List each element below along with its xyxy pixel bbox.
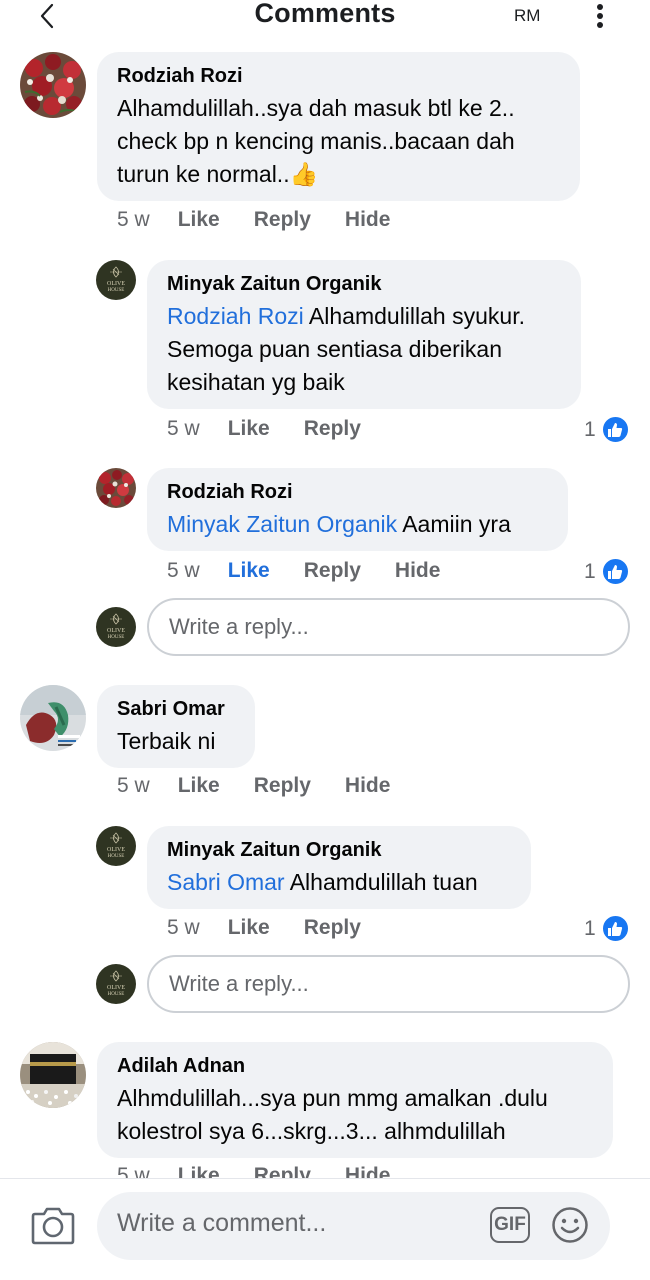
reaction-summary[interactable]: 1 <box>584 557 630 586</box>
avatar-minyak-zaitun-organik[interactable]: OLIVE HOUSE <box>96 607 136 647</box>
avatar-minyak-zaitun-organik[interactable]: OLIVE HOUSE <box>96 964 136 1004</box>
reply-time[interactable]: 5 w <box>167 559 200 583</box>
comment-actions: 5 w Like Reply Hide <box>117 208 424 232</box>
emoji-smile-icon[interactable] <box>551 1206 589 1244</box>
comment-actions: 5 w Like Reply Hide <box>117 1164 424 1178</box>
avatar-minyak-zaitun-organik[interactable]: OLIVE HOUSE <box>96 826 136 866</box>
comment-time[interactable]: 5 w <box>117 208 150 232</box>
comment-author[interactable]: Adilah Adnan <box>117 1054 593 1078</box>
mention-link[interactable]: Sabri Omar <box>167 869 285 895</box>
svg-text:HOUSE: HOUSE <box>108 635 125 640</box>
mention-link[interactable]: Minyak Zaitun Organik <box>167 511 397 537</box>
comment-composer-bar: Write a comment... GIF <box>0 1178 650 1280</box>
reply-button[interactable]: Reply <box>254 774 311 798</box>
svg-text:OLIVE: OLIVE <box>107 628 125 634</box>
reaction-count: 1 <box>584 559 596 583</box>
avatar-rodziah-rozi[interactable] <box>20 52 86 118</box>
reply-text: Rodziah Rozi Alhamdulillah syukur. Semog… <box>167 303 525 395</box>
reply-time[interactable]: 5 w <box>167 916 200 940</box>
reply-text: Minyak Zaitun Organik Aamiin yra <box>167 511 511 537</box>
mention-link[interactable]: Rodziah Rozi <box>167 303 304 329</box>
reply-actions: 5 w Like Reply Hide <box>167 559 474 583</box>
like-button[interactable]: Like <box>178 1164 220 1178</box>
reply-bubble[interactable]: Minyak Zaitun Organik Sabri Omar Alhamdu… <box>147 826 531 909</box>
comment-placeholder: Write a comment... <box>117 1209 327 1237</box>
reply-bubble[interactable]: Rodziah Rozi Minyak Zaitun Organik Aamii… <box>147 468 568 551</box>
network-badge: RM <box>514 6 541 25</box>
reply-actions: 5 w Like Reply <box>167 417 395 441</box>
hide-button[interactable]: Hide <box>345 774 391 798</box>
svg-text:HOUSE: HOUSE <box>108 854 125 859</box>
svg-text:OLIVE: OLIVE <box>107 847 125 853</box>
comment-author[interactable]: Rodziah Rozi <box>117 64 560 88</box>
reply-button[interactable]: Reply <box>304 916 361 940</box>
avatar-adilah-adnan[interactable] <box>20 1042 86 1108</box>
more-vertical-icon[interactable] <box>592 2 608 30</box>
thumbs-up-emoji: 👍 <box>289 161 319 187</box>
like-button[interactable]: Like <box>178 774 220 798</box>
page-title: Comments <box>254 0 396 28</box>
reply-actions: 5 w Like Reply <box>167 916 395 940</box>
reply-author[interactable]: Minyak Zaitun Organik <box>167 272 561 296</box>
reply-button[interactable]: Reply <box>254 1164 311 1178</box>
svg-text:OLIVE: OLIVE <box>107 281 125 287</box>
reply-author[interactable]: Rodziah Rozi <box>167 480 548 504</box>
hide-button[interactable]: Hide <box>395 559 441 583</box>
comment-text: Terbaik ni <box>117 728 216 754</box>
comment-actions: 5 w Like Reply Hide <box>117 774 424 798</box>
comment-text: Alhamdulillah..sya dah masuk btl ke 2.. … <box>117 95 515 187</box>
comment-bubble[interactable]: Sabri Omar Terbaik ni <box>97 685 255 768</box>
like-button[interactable]: Like <box>228 559 270 583</box>
like-button[interactable]: Like <box>228 417 270 441</box>
reply-button[interactable]: Reply <box>304 417 361 441</box>
comment-input[interactable]: Write a comment... GIF <box>97 1192 610 1260</box>
reply-input[interactable]: Write a reply... <box>147 598 630 656</box>
hide-button[interactable]: Hide <box>345 1164 391 1178</box>
comment-time[interactable]: 5 w <box>117 1164 150 1178</box>
avatar-sabri-omar[interactable] <box>20 685 86 751</box>
gif-icon[interactable]: GIF <box>490 1207 530 1243</box>
reply-text: Sabri Omar Alhamdulillah tuan <box>167 869 478 895</box>
reply-placeholder: Write a reply... <box>169 614 309 639</box>
reaction-count: 1 <box>584 417 596 441</box>
reaction-summary[interactable]: 1 <box>584 914 630 943</box>
like-button[interactable]: Like <box>178 208 220 232</box>
reply-author[interactable]: Minyak Zaitun Organik <box>167 838 511 862</box>
camera-icon[interactable] <box>30 1204 76 1246</box>
comment-bubble[interactable]: Adilah Adnan Alhmdulillah...sya pun mmg … <box>97 1042 613 1158</box>
comment-author[interactable]: Sabri Omar <box>117 697 235 721</box>
thumbs-up-icon <box>600 914 630 943</box>
thumbs-up-icon <box>600 415 630 444</box>
comments-thread: Rodziah Rozi Alhamdulillah..sya dah masu… <box>0 0 650 1178</box>
svg-text:HOUSE: HOUSE <box>108 288 125 293</box>
comment-text: Alhmdulillah...sya pun mmg amalkan .dulu… <box>117 1085 548 1144</box>
reply-button[interactable]: Reply <box>254 208 311 232</box>
reply-bubble[interactable]: Minyak Zaitun Organik Rodziah Rozi Alham… <box>147 260 581 409</box>
reply-time[interactable]: 5 w <box>167 417 200 441</box>
top-bar: Comments RM <box>0 0 650 34</box>
reply-input[interactable]: Write a reply... <box>147 955 630 1013</box>
svg-text:HOUSE: HOUSE <box>108 992 125 997</box>
comment-bubble[interactable]: Rodziah Rozi Alhamdulillah..sya dah masu… <box>97 52 580 201</box>
like-button[interactable]: Like <box>228 916 270 940</box>
svg-text:OLIVE: OLIVE <box>107 985 125 991</box>
reaction-summary[interactable]: 1 <box>584 415 630 444</box>
avatar-minyak-zaitun-organik[interactable]: OLIVE HOUSE <box>96 260 136 300</box>
reply-button[interactable]: Reply <box>304 559 361 583</box>
hide-button[interactable]: Hide <box>345 208 391 232</box>
thumbs-up-icon <box>600 557 630 586</box>
reply-placeholder: Write a reply... <box>169 971 309 996</box>
avatar-rodziah-rozi[interactable] <box>96 468 136 508</box>
comment-time[interactable]: 5 w <box>117 774 150 798</box>
reaction-count: 1 <box>584 916 596 940</box>
